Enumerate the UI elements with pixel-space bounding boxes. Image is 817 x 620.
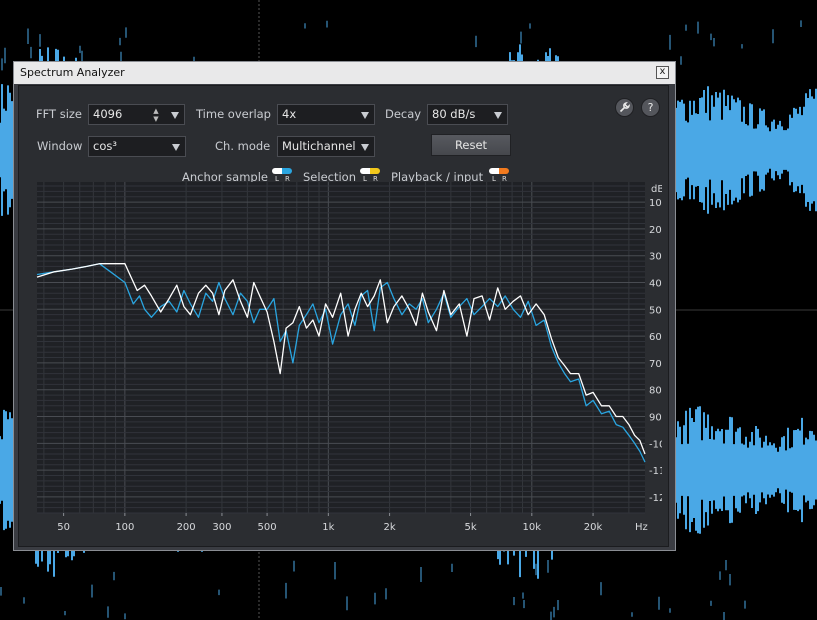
y-tick-label: 60 <box>649 332 662 343</box>
y-tick-label: 70 <box>649 359 662 370</box>
y-tick-label: 20 <box>649 225 662 236</box>
time-overlap-value: 4x <box>282 107 297 121</box>
chevron-down-icon <box>171 112 179 119</box>
x-tick-label: 50 <box>57 522 70 533</box>
help-button[interactable]: ? <box>641 98 660 117</box>
ch-mode-dropdown[interactable]: Multichannel <box>277 136 375 157</box>
y-tick-label: 40 <box>649 279 662 290</box>
window-function-value: cos³ <box>93 139 117 153</box>
spectrum-plot[interactable]: 10 20 30 40 50 60 70 80 90 -100 -110 -120 dB 50 100 200… <box>29 182 662 542</box>
fft-size-value: 4096 <box>93 107 123 121</box>
x-tick-label: 200 <box>177 522 196 533</box>
y-tick-label: 50 <box>649 305 662 316</box>
decay-value: 80 dB/s <box>432 107 476 121</box>
fft-size-label: FFT size <box>36 107 83 121</box>
window-function-label: Window <box>37 139 83 153</box>
legend-playback-swatch: L R <box>489 168 509 183</box>
chevron-down-icon <box>172 144 180 151</box>
y-tick-label: 10 <box>649 198 662 209</box>
y-tick-label: -120 <box>649 493 662 504</box>
chevron-down-icon <box>361 112 369 119</box>
x-tick-label: 5k <box>464 522 476 533</box>
fft-size-dropdown[interactable]: 4096 ▲ ▼ <box>88 104 185 125</box>
legend-anchor-swatch: L R <box>272 168 292 183</box>
fft-size-spinner-icon[interactable]: ▲ ▼ <box>151 107 161 123</box>
chevron-down-icon <box>494 112 502 119</box>
plot-background <box>37 182 645 513</box>
x-tick-label: 20k <box>584 522 603 533</box>
y-tick-label: -100 <box>649 439 662 450</box>
y-unit-label: dB <box>651 184 662 195</box>
decay-label: Decay <box>385 107 422 121</box>
y-tick-label: -110 <box>649 466 662 477</box>
x-tick-label: 10k <box>523 522 542 533</box>
legend-selection-swatch: L R <box>360 168 380 183</box>
x-tick-label: 100 <box>115 522 134 533</box>
decay-dropdown[interactable]: 80 dB/s <box>427 104 508 125</box>
x-unit-label: Hz <box>635 522 648 533</box>
settings-button[interactable] <box>615 98 634 117</box>
time-overlap-dropdown[interactable]: 4x <box>277 104 375 125</box>
wrench-icon <box>619 101 631 116</box>
analyzer-panel: FFT size 4096 ▲ ▼ Time overlap 4x Decay 8… <box>18 85 669 547</box>
reset-button[interactable]: Reset <box>431 134 511 156</box>
title-bar[interactable]: Spectrum Analyzer x <box>14 62 675 84</box>
ch-mode-value: Multichannel <box>282 139 356 153</box>
close-button[interactable]: x <box>656 66 669 79</box>
y-tick-label: 90 <box>649 413 662 424</box>
x-tick-label: 500 <box>258 522 277 533</box>
time-overlap-label: Time overlap <box>196 107 271 121</box>
chevron-down-icon <box>361 144 369 151</box>
x-tick-label: 300 <box>212 522 231 533</box>
window-function-dropdown[interactable]: cos³ <box>88 136 186 157</box>
x-tick-label: 1k <box>322 522 334 533</box>
y-tick-label: 30 <box>649 252 662 263</box>
y-tick-label: 80 <box>649 386 662 397</box>
ch-mode-label: Ch. mode <box>215 139 271 153</box>
x-tick-label: 2k <box>384 522 396 533</box>
window-title: Spectrum Analyzer <box>20 66 125 79</box>
spectrum-analyzer-window: Spectrum Analyzer x FFT size 4096 ▲ ▼ Tim… <box>13 61 676 551</box>
